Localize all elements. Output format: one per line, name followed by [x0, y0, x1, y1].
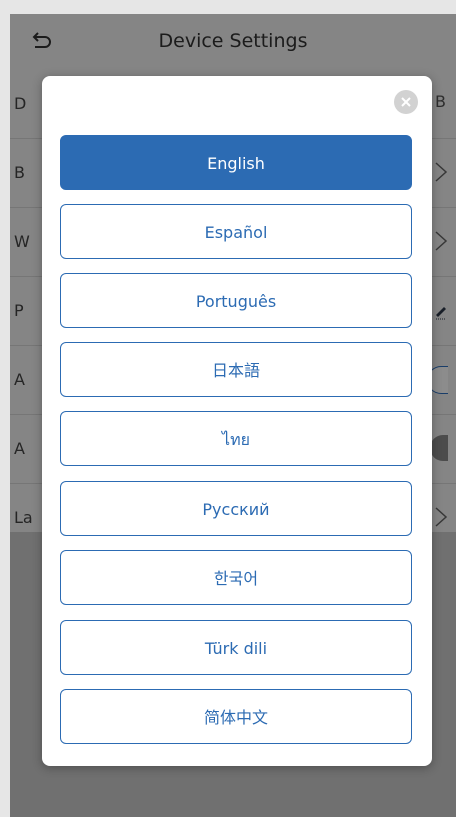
language-option-turkish[interactable]: Türk dili: [60, 620, 412, 675]
language-option-simplified-chinese[interactable]: 简体中文: [60, 689, 412, 744]
close-icon: [401, 97, 411, 107]
language-option-english[interactable]: English: [60, 135, 412, 190]
close-button[interactable]: [394, 90, 418, 114]
language-dialog: English Español Português 日本語 ไทย Русски…: [42, 76, 432, 766]
language-option-portuguese[interactable]: Português: [60, 273, 412, 328]
language-option-spanish[interactable]: Español: [60, 204, 412, 259]
language-option-japanese[interactable]: 日本語: [60, 342, 412, 397]
language-option-russian[interactable]: Русский: [60, 481, 412, 536]
language-option-thai[interactable]: ไทย: [60, 411, 412, 466]
device-frame: Device Settings D B B W P A A La English…: [0, 0, 456, 817]
language-option-korean[interactable]: 한국어: [60, 550, 412, 605]
